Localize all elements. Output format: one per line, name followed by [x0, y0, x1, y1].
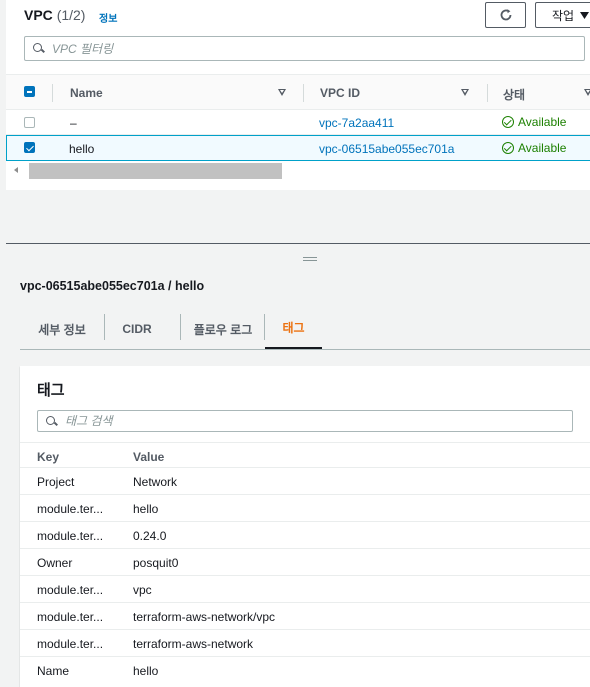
tags-table-header: Key Value	[20, 442, 590, 468]
tags-title: 태그	[37, 382, 65, 399]
status-badge: Available	[502, 141, 566, 155]
sort-icon[interactable]	[461, 89, 469, 96]
column-divider	[487, 84, 488, 102]
vpc-filter-input[interactable]	[52, 41, 552, 56]
tab-tags[interactable]: 태그	[265, 308, 322, 349]
info-link[interactable]: 정보	[99, 10, 117, 25]
vpc-table-header: Name VPC ID 상태	[6, 74, 590, 110]
tag-key: module.ter...	[37, 529, 104, 543]
tag-row: Project Network	[20, 468, 590, 495]
tag-key: Name	[37, 664, 70, 678]
tag-key: module.ter...	[37, 502, 104, 516]
page-title: VPC (1/2)	[24, 7, 85, 23]
actions-dropdown[interactable]: 작업	[535, 2, 590, 28]
tag-row: module.ter... terraform-aws-network	[20, 630, 590, 657]
tag-key: module.ter...	[37, 583, 104, 597]
select-all-checkbox[interactable]	[24, 86, 35, 97]
table-row[interactable]: – vpc-7a2aa411 Available	[6, 110, 590, 135]
status-text: Available	[518, 141, 567, 155]
scroll-left-icon[interactable]	[14, 167, 18, 173]
vpc-filter[interactable]	[24, 36, 585, 61]
tag-key: Owner	[37, 556, 73, 570]
detail-title: vpc-06515abe055ec701a / hello	[20, 279, 205, 293]
tag-row: module.ter... 0.24.0	[20, 522, 590, 549]
scrollbar-thumb[interactable]	[29, 163, 282, 179]
tag-value: terraform-aws-network	[133, 637, 254, 651]
tag-value: Network	[133, 475, 178, 489]
column-header-value: Value	[133, 450, 165, 464]
table-row-selected[interactable]: hello vpc-06515abe055ec701a Available	[6, 135, 590, 161]
column-divider	[52, 84, 53, 102]
tag-value: hello	[133, 664, 159, 678]
tag-row: Owner posquit0	[20, 549, 590, 576]
column-header-key: Key	[37, 450, 60, 464]
tag-value: 0.24.0	[133, 529, 167, 543]
tag-value: posquit0	[133, 556, 179, 570]
status-badge: Available	[502, 115, 566, 129]
search-icon	[33, 43, 44, 54]
sort-icon[interactable]	[584, 89, 590, 96]
selection-count: (1/2)	[56, 7, 86, 23]
detail-tabs: 세부 정보 CIDR 플로우 로그 태그	[20, 308, 590, 350]
tag-row: module.ter... hello	[20, 495, 590, 522]
tag-row: module.ter... vpc	[20, 576, 590, 603]
tags-card: 태그 Key Value Project Network module.ter.…	[20, 366, 590, 687]
tab-flow-logs[interactable]: 플로우 로그	[181, 308, 265, 350]
tag-row: Name hello	[20, 657, 590, 684]
column-header-name[interactable]: Name	[70, 86, 103, 100]
tag-search[interactable]	[37, 410, 573, 432]
resize-grip-icon[interactable]	[303, 257, 317, 261]
tag-value: hello	[133, 502, 159, 516]
row-checkbox[interactable]	[24, 142, 35, 153]
tab-details[interactable]: 세부 정보	[20, 308, 104, 350]
actions-label: 작업	[552, 8, 575, 23]
tag-value: vpc	[133, 583, 152, 597]
column-divider	[303, 84, 304, 102]
tag-key: Project	[37, 475, 75, 489]
row-checkbox[interactable]	[24, 117, 35, 128]
vpc-list-panel: VPC (1/2) 정보 작업 Name VPC ID 상태 – vpc-7a2…	[0, 0, 590, 244]
refresh-button[interactable]	[485, 2, 526, 28]
tag-search-input[interactable]	[65, 414, 545, 428]
tag-key: module.ter...	[37, 610, 104, 624]
vpc-name: hello	[69, 142, 95, 156]
status-text: Available	[518, 115, 567, 129]
vpc-detail-panel: vpc-06515abe055ec701a / hello 세부 정보 CIDR…	[6, 244, 590, 687]
search-icon	[46, 415, 57, 427]
column-header-vpc-id[interactable]: VPC ID	[320, 86, 360, 100]
vpc-id-link[interactable]: vpc-06515abe055ec701a	[319, 142, 454, 156]
tab-cidr[interactable]: CIDR	[105, 308, 169, 350]
column-header-status[interactable]: 상태	[503, 86, 525, 103]
status-ok-icon	[502, 142, 514, 154]
vpc-id-link[interactable]: vpc-7a2aa411	[319, 116, 394, 130]
refresh-icon	[500, 9, 511, 21]
tag-key: module.ter...	[37, 637, 104, 651]
tag-row: module.ter... terraform-aws-network/vpc	[20, 603, 590, 630]
status-ok-icon	[502, 116, 514, 128]
sort-icon[interactable]	[278, 89, 286, 96]
horizontal-scrollbar[interactable]	[6, 162, 590, 180]
caret-down-icon	[580, 11, 590, 19]
vpc-name: –	[70, 116, 77, 130]
page-title-text: VPC	[24, 7, 53, 23]
tag-value: terraform-aws-network/vpc	[133, 610, 276, 624]
